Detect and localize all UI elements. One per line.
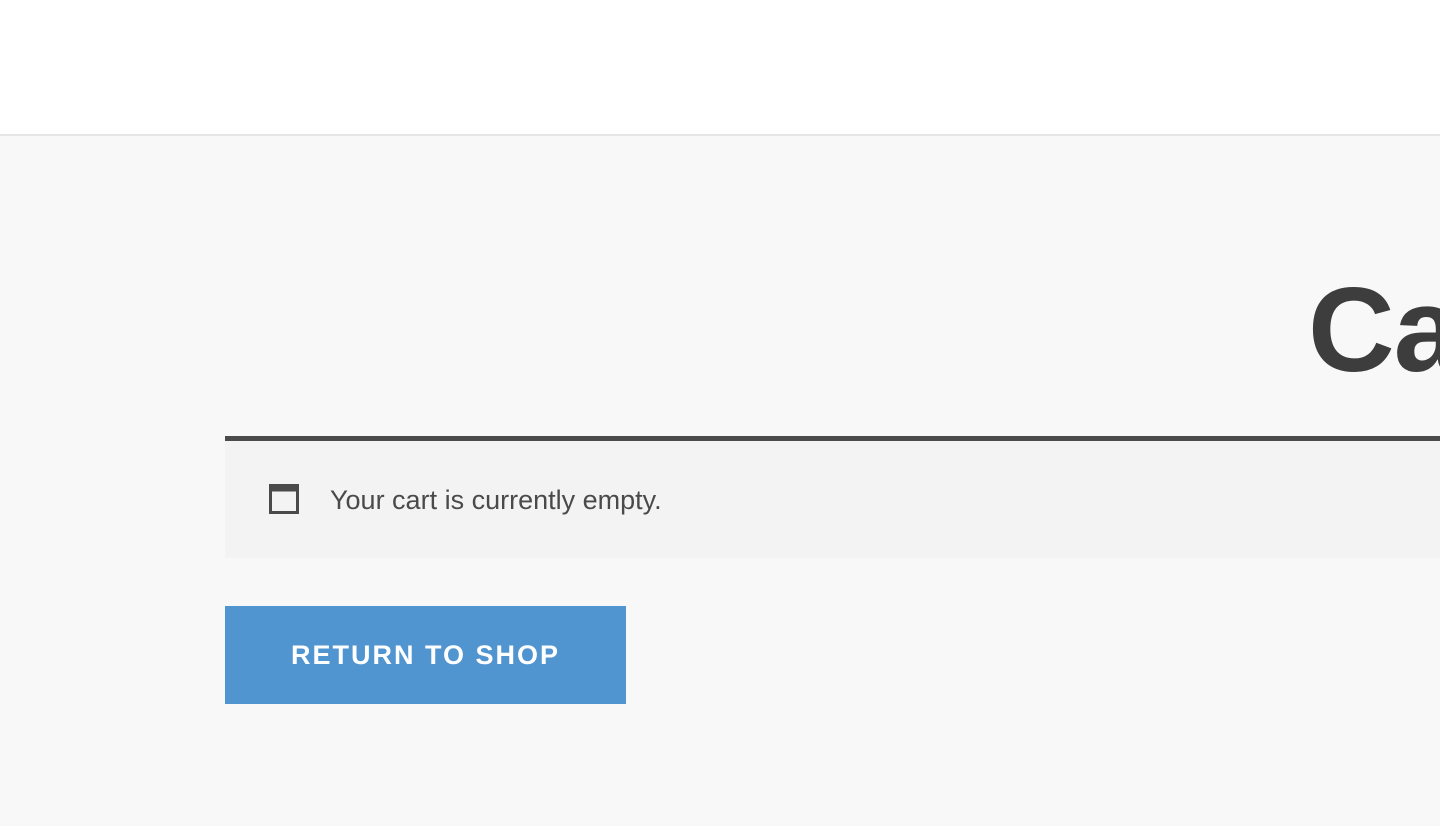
cart-empty-notice: Your cart is currently empty. <box>225 436 1440 558</box>
site-header <box>0 0 1440 136</box>
return-to-shop-button[interactable]: RETURN TO SHOP <box>225 606 626 704</box>
window-icon <box>269 484 299 514</box>
page-title: Ca <box>1308 263 1440 397</box>
main-content: Ca Your cart is currently empty. RETURN … <box>0 136 1440 826</box>
cart-empty-message: Your cart is currently empty. <box>330 485 662 515</box>
